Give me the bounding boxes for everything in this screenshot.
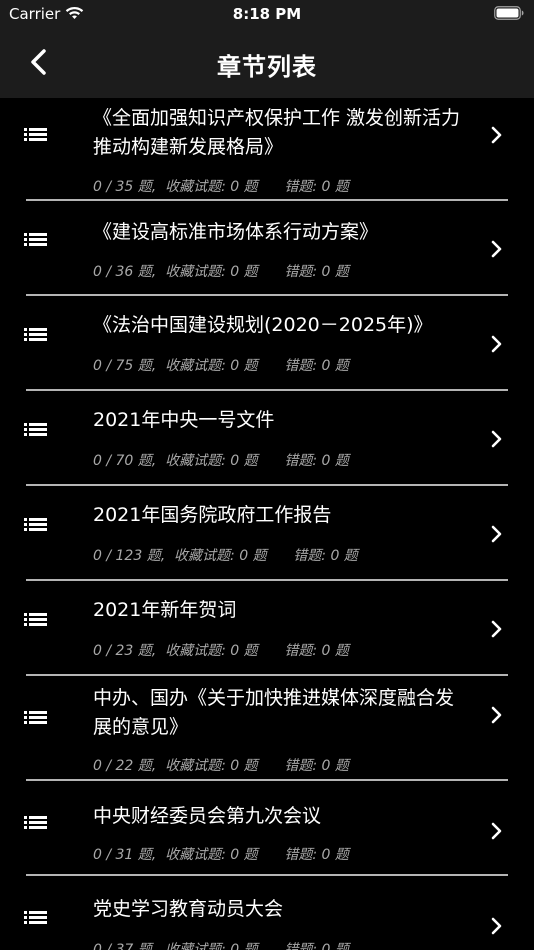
chapter-row[interactable]: 2021年国务院政府工作报告 0 / 123 题, 收藏试题: 0 题 错题: 0… (0, 486, 534, 581)
chapter-stats: 0 / 35 题, 收藏试题: 0 题 错题: 0 题 (93, 179, 349, 195)
chevron-right-icon (491, 620, 502, 638)
chapter-stats: 0 / 75 题, 收藏试题: 0 题 错题: 0 题 (93, 358, 349, 374)
list-bullet-icon (24, 518, 47, 531)
list-bullet-icon (24, 328, 47, 341)
chapter-row[interactable]: 党史学习教育动员大会 0 / 37 题, 收藏试题: 0 题 错题: 0 题 (0, 876, 534, 950)
chapter-title: 2021年新年贺词 (93, 599, 237, 621)
chapter-row[interactable]: 2021年新年贺词 0 / 23 题, 收藏试题: 0 题 错题: 0 题 (0, 581, 534, 676)
list-bullet-icon (24, 423, 47, 436)
chapter-row[interactable]: 《全面加强知识产权保护工作 激发创新活力推动构建新发展格局》 0 / 35 题, … (0, 98, 534, 201)
chapter-row[interactable]: 2021年中央一号文件 0 / 70 题, 收藏试题: 0 题 错题: 0 题 (0, 391, 534, 486)
battery-icon (494, 6, 524, 20)
chapter-stats: 0 / 70 题, 收藏试题: 0 题 错题: 0 题 (93, 453, 349, 469)
list-bullet-icon (24, 613, 47, 626)
chapter-row[interactable]: 中央财经委员会第九次会议 0 / 31 题, 收藏试题: 0 题 错题: 0 题 (0, 781, 534, 876)
chapter-title: 《法治中国建设规划(2020－2025年)》 (93, 314, 433, 336)
chapter-row[interactable]: 中办、国办《关于加快推进媒体深度融合发展的意见》 0 / 22 题, 收藏试题: … (0, 676, 534, 781)
chevron-right-icon (491, 126, 502, 144)
chapter-title: 党史学习教育动员大会 (93, 898, 284, 920)
nav-bar: 章节列表 (0, 28, 534, 98)
chapter-stats: 0 / 37 题, 收藏试题: 0 题 错题: 0 题 (93, 942, 349, 950)
list-bullet-icon (24, 911, 47, 924)
chapter-title: 《全面加强知识产权保护工作 激发创新活力推动构建新发展格局》 (93, 107, 461, 158)
page-title: 章节列表 (217, 53, 317, 81)
chevron-right-icon (491, 822, 502, 840)
chevron-right-icon (491, 706, 502, 724)
chevron-right-icon (491, 430, 502, 448)
chapter-stats: 0 / 36 题, 收藏试题: 0 题 错题: 0 题 (93, 264, 349, 280)
chevron-right-icon (491, 917, 502, 935)
chevron-right-icon (491, 335, 502, 353)
chapter-title: 中央财经委员会第九次会议 (93, 805, 322, 827)
chevron-right-icon (491, 240, 502, 258)
list-bullet-icon (24, 816, 47, 829)
chapter-stats: 0 / 31 题, 收藏试题: 0 题 错题: 0 题 (93, 847, 349, 863)
chapter-title: 中办、国办《关于加快推进媒体深度融合发展的意见》 (93, 687, 455, 738)
chapter-row[interactable]: 《建设高标准市场体系行动方案》 0 / 36 题, 收藏试题: 0 题 错题: 0… (0, 201, 534, 296)
chapter-stats: 0 / 123 题, 收藏试题: 0 题 错题: 0 题 (93, 548, 358, 564)
status-bar: Carrier 8:18 PM (0, 0, 534, 28)
list-bullet-icon (24, 233, 47, 246)
status-time: 8:18 PM (232, 5, 302, 23)
chapter-title: 2021年国务院政府工作报告 (93, 504, 332, 526)
chapter-title: 《建设高标准市场体系行动方案》 (93, 221, 379, 243)
chapter-row[interactable]: 《法治中国建设规划(2020－2025年)》 0 / 75 题, 收藏试题: 0 … (0, 296, 534, 391)
chapter-title: 2021年中央一号文件 (93, 409, 275, 431)
chapter-stats: 0 / 22 题, 收藏试题: 0 题 错题: 0 题 (93, 758, 349, 774)
chevron-right-icon (491, 525, 502, 543)
chapter-stats: 0 / 23 题, 收藏试题: 0 题 错题: 0 题 (93, 643, 349, 659)
list-bullet-icon (24, 711, 47, 724)
list-bullet-icon (24, 128, 47, 141)
